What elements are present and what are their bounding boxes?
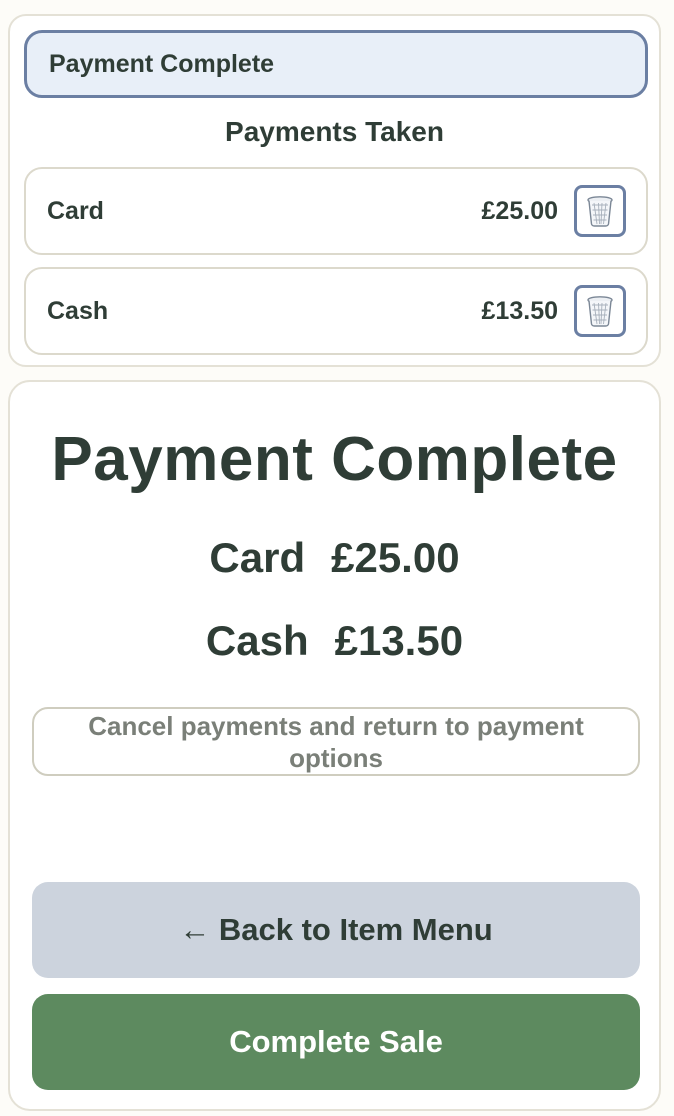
delete-payment-button[interactable] — [574, 285, 626, 337]
summary-amount: £25.00 — [331, 534, 460, 581]
complete-sale-button[interactable]: Complete Sale — [32, 994, 640, 1090]
payment-amount: £13.50 — [481, 296, 558, 325]
trash-bin-icon — [587, 296, 613, 327]
payment-row-card: Card £25.00 — [24, 167, 648, 255]
back-to-item-menu-button[interactable]: ← Back to Item Menu — [32, 882, 640, 978]
summary-amount: £13.50 — [334, 617, 464, 664]
payment-method-label: Card — [47, 196, 104, 225]
payment-screen: Payment Complete Payments Taken Card £25… — [0, 0, 674, 1116]
page-title: Payment Complete — [51, 425, 618, 494]
payment-method-label: Cash — [47, 296, 109, 325]
summary-method: Cash — [205, 617, 309, 664]
summary-line-card: Card £25.00 — [10, 534, 659, 582]
payments-taken-heading: Payments Taken — [225, 116, 444, 147]
payment-summary-card: Payment Complete Card £25.00 Cash £13.50 C… — [8, 380, 661, 1111]
cancel-payments-button[interactable]: Cancel payments and return to payment op… — [32, 707, 640, 776]
summary-method: Card — [209, 534, 306, 581]
trash-bin-icon — [587, 196, 613, 227]
status-banner: Payment Complete — [24, 30, 648, 98]
payment-row-cash: Cash £13.50 — [24, 267, 648, 355]
summary-line-cash: Cash £13.50 — [10, 617, 659, 665]
delete-payment-button[interactable] — [574, 185, 626, 237]
payment-amount: £25.00 — [481, 196, 558, 225]
payments-taken-card: Payment Complete Payments Taken Card £25… — [8, 14, 661, 367]
